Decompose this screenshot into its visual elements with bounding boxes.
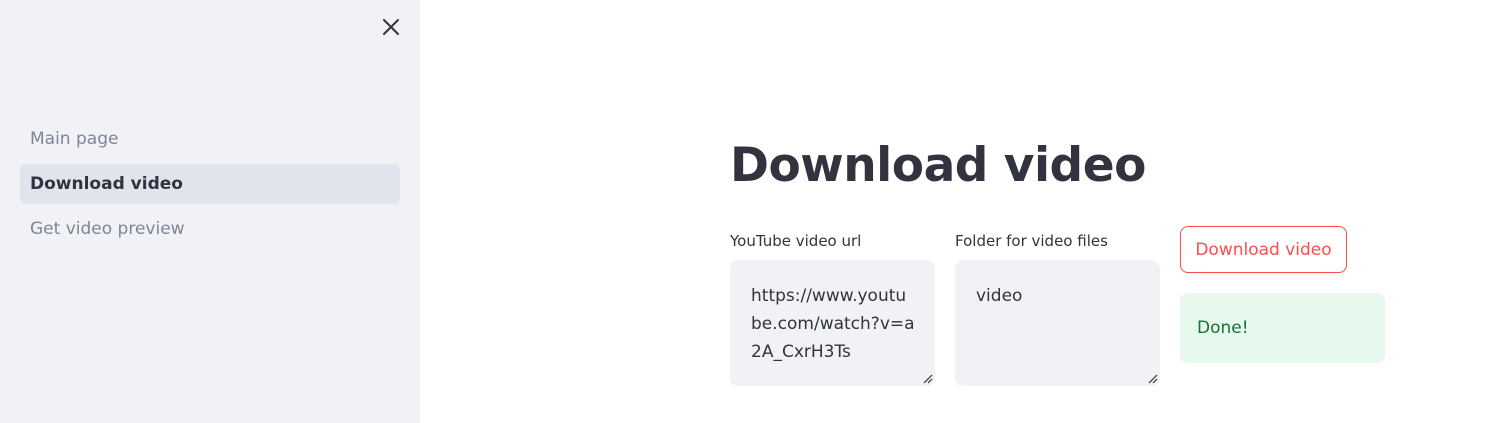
sidebar-item-main-page[interactable]: Main page: [20, 119, 400, 159]
success-alert: Done!: [1180, 293, 1385, 363]
close-sidebar-button[interactable]: [378, 14, 404, 40]
sidebar-item-label: Download video: [30, 174, 183, 194]
sidebar-item-get-video-preview[interactable]: Get video preview: [20, 209, 400, 249]
sidebar-item-label: Main page: [30, 129, 119, 149]
main-content: Download video YouTube video url https:/…: [420, 0, 1510, 423]
resize-handle-icon[interactable]: [1146, 372, 1158, 384]
url-field-label: YouTube video url: [730, 232, 862, 250]
url-textarea[interactable]: https://www.youtube.com/watch?v=a2A_CxrH…: [730, 260, 935, 386]
page-title: Download video: [730, 138, 1146, 193]
sidebar-item-download-video[interactable]: Download video: [20, 164, 400, 204]
url-textarea-value: https://www.youtube.com/watch?v=a2A_CxrH…: [751, 286, 915, 362]
folder-textarea-value: video: [976, 286, 1023, 306]
sidebar: Main page Download video Get video previ…: [0, 0, 420, 423]
resize-handle-icon[interactable]: [921, 372, 933, 384]
folder-field-group: Folder for video files video: [955, 230, 1160, 386]
sidebar-nav: Main page Download video Get video previ…: [20, 119, 400, 254]
download-video-button[interactable]: Download video: [1180, 226, 1347, 273]
folder-textarea[interactable]: video: [955, 260, 1160, 386]
folder-field-label: Folder for video files: [955, 232, 1108, 250]
app-root: Main page Download video Get video previ…: [0, 0, 1510, 423]
close-icon: [383, 19, 399, 35]
success-message: Done!: [1197, 318, 1249, 338]
url-field-group: YouTube video url https://www.youtube.co…: [730, 230, 935, 386]
sidebar-item-label: Get video preview: [30, 219, 185, 239]
